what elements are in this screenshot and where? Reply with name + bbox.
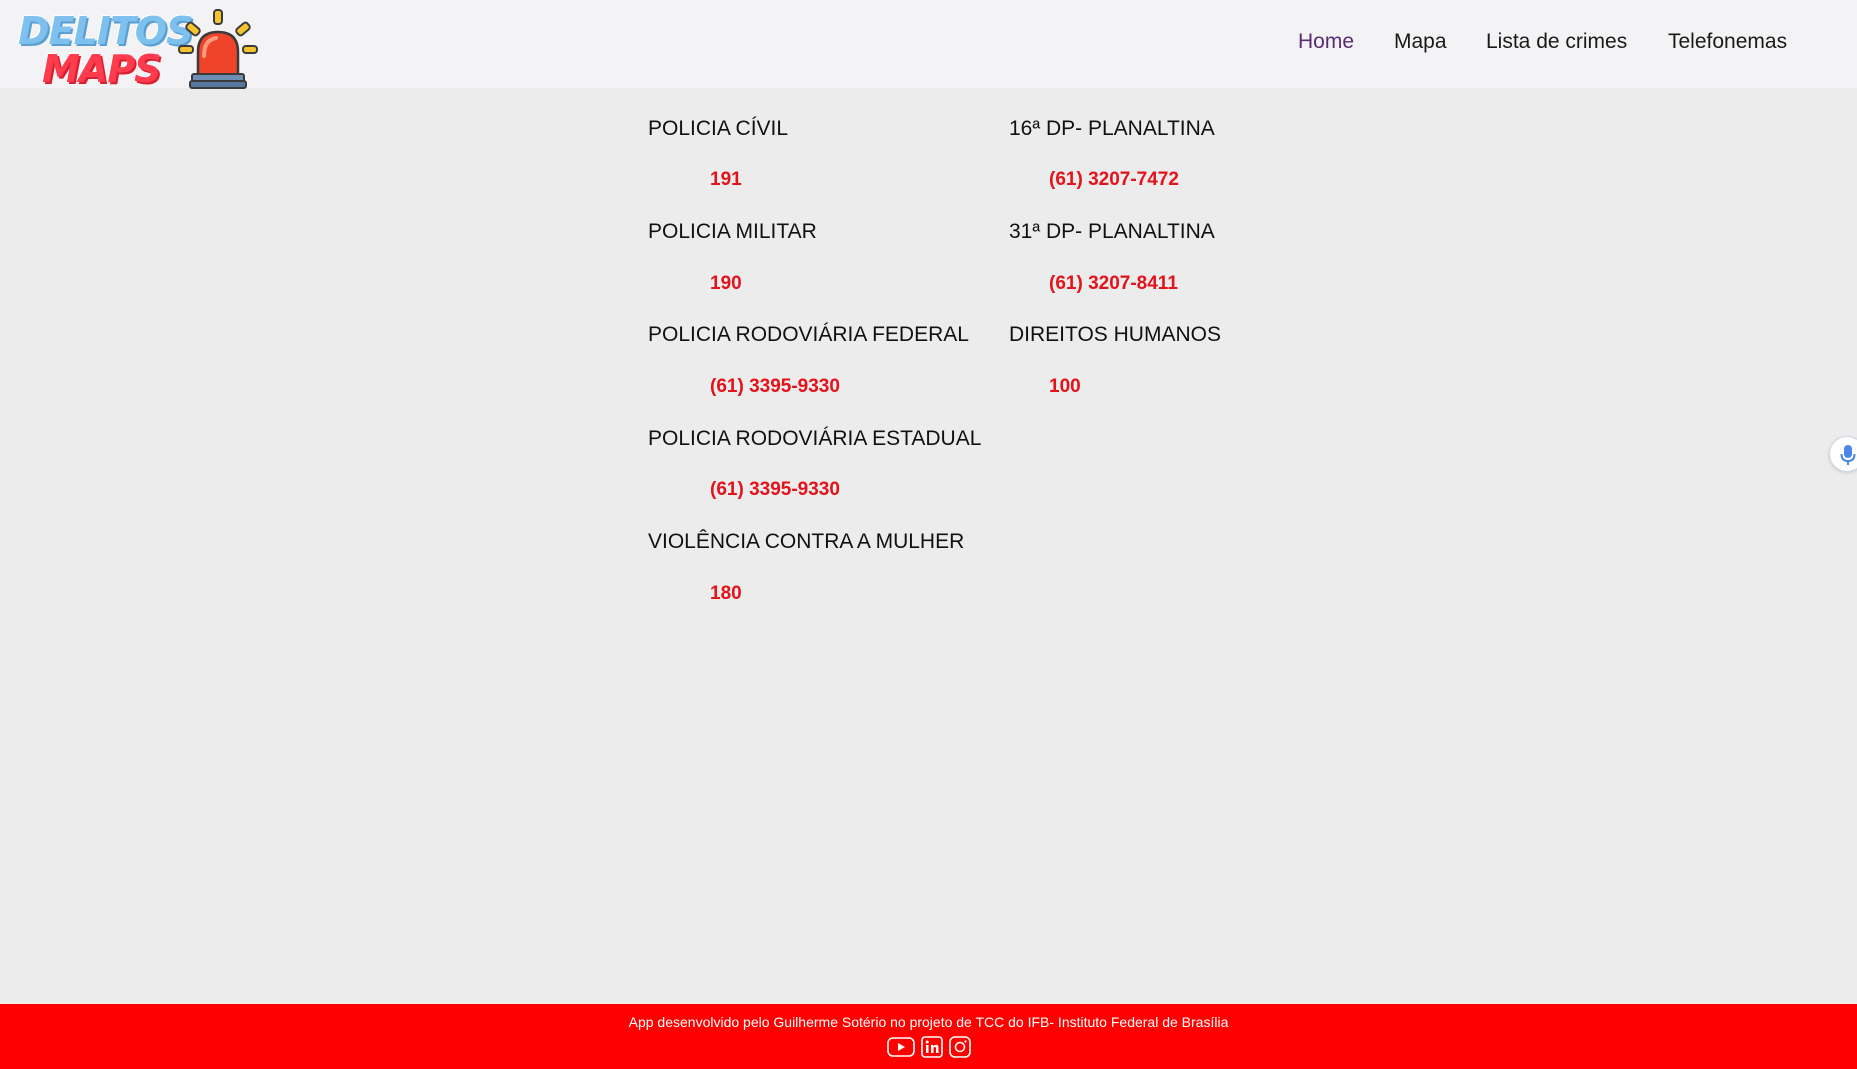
contact-number-policia-civil[interactable]: 191 [710, 169, 742, 191]
nav-lista-de-crimes[interactable]: Lista de crimes [1486, 30, 1627, 54]
footer: App desenvolvido pelo Guilherme Sotério … [0, 1004, 1857, 1069]
youtube-icon[interactable] [886, 1037, 915, 1057]
contact-title-policia-civil: POLICIA CÍVIL [648, 117, 789, 140]
contact-number-31-dp[interactable]: (61) 3207-8411 [1049, 273, 1178, 295]
contact-title-violencia-mulher: VIOLÊNCIA CONTRA A MULHER [648, 530, 965, 553]
footer-credits: App desenvolvido pelo Guilherme Sotério … [628, 1014, 1229, 1030]
siren-icon [178, 9, 258, 89]
contact-number-direitos-humanos[interactable]: 100 [1049, 376, 1081, 398]
contact-number-prf[interactable]: (61) 3395-9330 [710, 376, 840, 398]
contact-title-16-dp: 16ª DP- PLANALTINA [1009, 117, 1215, 140]
contact-number-policia-militar[interactable]: 190 [710, 273, 742, 295]
nav-home[interactable]: Home [1298, 30, 1354, 54]
contact-title-prf: POLICIA RODOVIÁRIA FEDERAL [648, 323, 969, 346]
voice-input-button[interactable] [1829, 436, 1857, 472]
contact-title-policia-militar: POLICIA MILITAR [648, 220, 817, 243]
nav-mapa[interactable]: Mapa [1394, 30, 1447, 54]
nav-telefonemas[interactable]: Telefonemas [1668, 30, 1787, 54]
contact-title-31-dp: 31ª DP- PLANALTINA [1009, 220, 1215, 243]
phone-directory: POLICIA CÍVIL 191 POLICIA MILITAR 190 PO… [0, 88, 1857, 1004]
instagram-icon[interactable] [948, 1036, 971, 1058]
contact-title-pre: POLICIA RODOVIÁRIA ESTADUAL [648, 427, 982, 450]
logo-line-maps: MAPS [42, 47, 161, 91]
linkedin-icon[interactable] [920, 1036, 943, 1058]
contact-number-16-dp[interactable]: (61) 3207-7472 [1049, 169, 1179, 191]
header: DELITOS MAPS Home Mapa Lista de crimes T… [0, 0, 1857, 91]
contact-title-direitos-humanos: DIREITOS HUMANOS [1009, 323, 1221, 346]
contact-number-pre[interactable]: (61) 3395-9330 [710, 479, 840, 501]
contact-number-violencia-mulher[interactable]: 180 [710, 583, 742, 605]
logo[interactable]: DELITOS MAPS [18, 8, 258, 91]
logo-text: DELITOS MAPS [18, 8, 193, 91]
logo-line-delitos: DELITOS [18, 9, 193, 53]
social-links [0, 1036, 1857, 1058]
microphone-icon [1840, 445, 1856, 465]
